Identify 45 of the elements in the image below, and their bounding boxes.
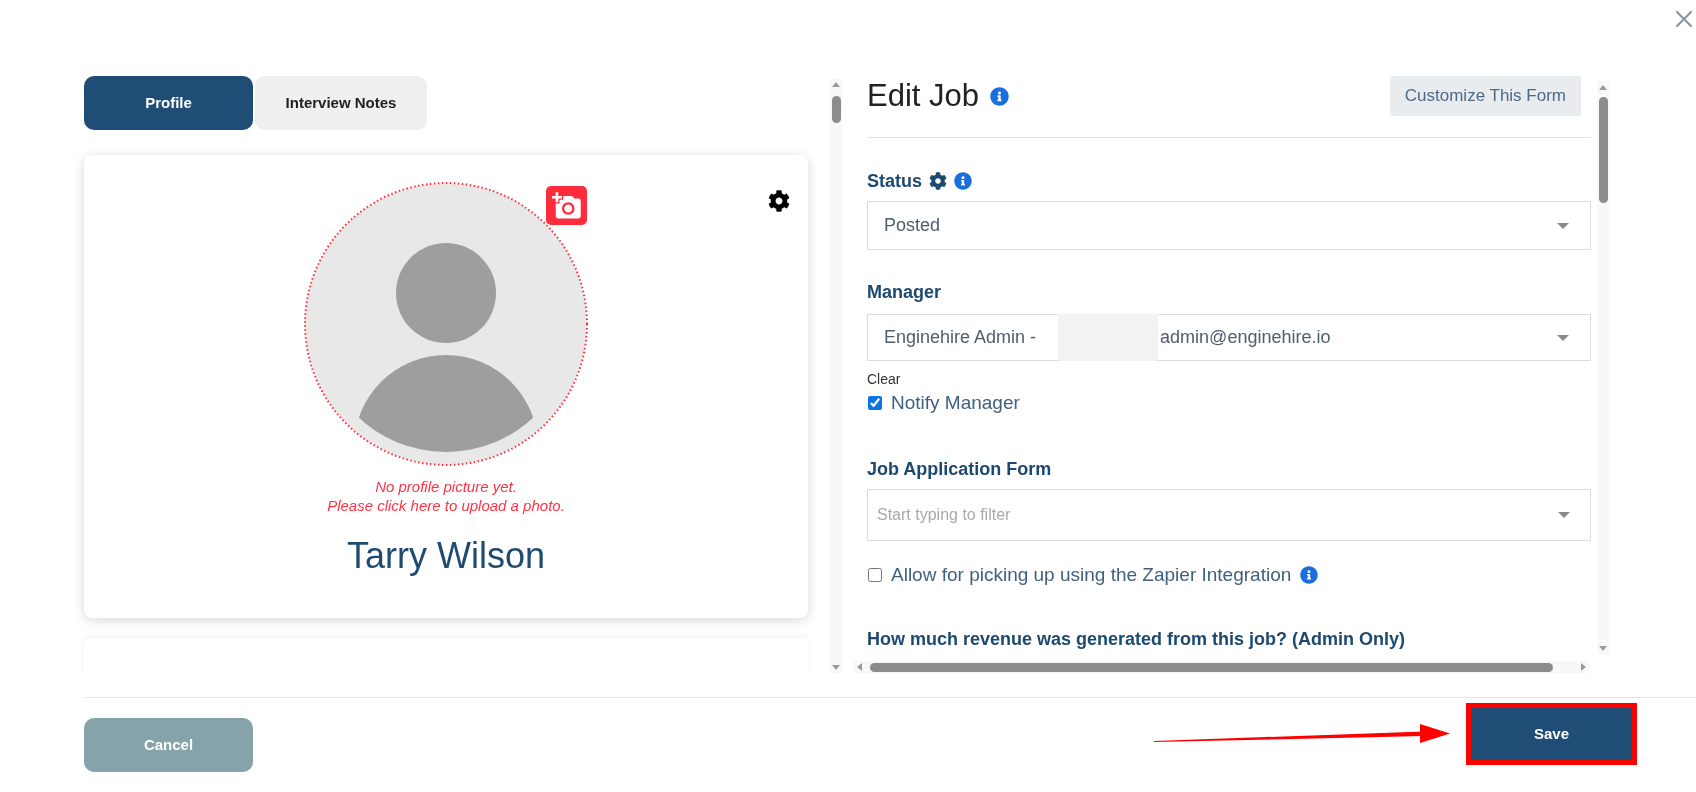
- avatar-silhouette[interactable]: [303, 181, 589, 467]
- scrollbar-thumb[interactable]: [870, 662, 1553, 672]
- form-title: Edit Job: [867, 77, 979, 115]
- field-label: Status: [867, 169, 922, 193]
- select-value: admin@enginehire.io: [1160, 326, 1331, 349]
- caret-down-icon: [1558, 512, 1570, 518]
- scrollbar-track[interactable]: [830, 79, 842, 673]
- checkbox-label[interactable]: Allow for picking up using the Zapier Integration: [891, 560, 1292, 590]
- scroll-right-arrow-icon[interactable]: [1581, 663, 1586, 671]
- camera-plus-icon[interactable]: [546, 186, 587, 225]
- settings-icon[interactable]: [768, 190, 790, 212]
- settings-icon[interactable]: [929, 172, 947, 190]
- close-button[interactable]: [1676, 11, 1692, 27]
- field-label: Job Application Form: [867, 457, 1052, 481]
- save-button[interactable]: Save: [1471, 708, 1632, 760]
- upload-hint-text[interactable]: Please click here to upload a photo.: [327, 496, 565, 515]
- upload-hint-text[interactable]: No profile picture yet.: [375, 477, 517, 496]
- tab[interactable]: Profile: [84, 76, 253, 130]
- info-icon[interactable]: [954, 172, 972, 190]
- checkbox[interactable]: [868, 396, 882, 410]
- scroll-down-arrow-icon[interactable]: [832, 665, 840, 670]
- scroll-up-arrow-icon[interactable]: [1599, 85, 1607, 90]
- scrollbar-track[interactable]: [1597, 81, 1609, 654]
- scroll-left-arrow-icon[interactable]: [857, 663, 862, 671]
- manager-select[interactable]: Enginehire Admin - admin@enginehire.io: [867, 314, 1591, 361]
- checkbox-label[interactable]: Notify Manager: [891, 388, 1020, 418]
- scrollbar-thumb[interactable]: [831, 96, 841, 123]
- field-label: How much revenue was generated from this job? (Admin Only): [867, 627, 1406, 651]
- caret-down-icon: [1557, 222, 1569, 229]
- field-label: Manager: [867, 280, 942, 304]
- info-icon[interactable]: [1300, 566, 1319, 584]
- tab[interactable]: Interview Notes: [255, 76, 427, 130]
- status-select[interactable]: Posted: [867, 201, 1591, 250]
- candidate-name: Tarry Wilson: [347, 534, 545, 578]
- select-value: Enginehire Admin -: [884, 326, 1037, 349]
- filter-select[interactable]: Start typing to filter: [867, 489, 1591, 541]
- clear-link[interactable]: Clear: [867, 368, 901, 390]
- info-icon[interactable]: [990, 86, 1009, 106]
- scrollbar-track[interactable]: [854, 661, 1590, 673]
- caret-down-icon: [1557, 334, 1569, 341]
- checkbox[interactable]: [868, 568, 882, 582]
- scroll-up-arrow-icon[interactable]: [832, 82, 840, 87]
- customize-form-button[interactable]: Customize This Form: [1389, 76, 1581, 116]
- scroll-down-arrow-icon[interactable]: [1599, 646, 1607, 651]
- scrollbar-thumb[interactable]: [1598, 97, 1608, 203]
